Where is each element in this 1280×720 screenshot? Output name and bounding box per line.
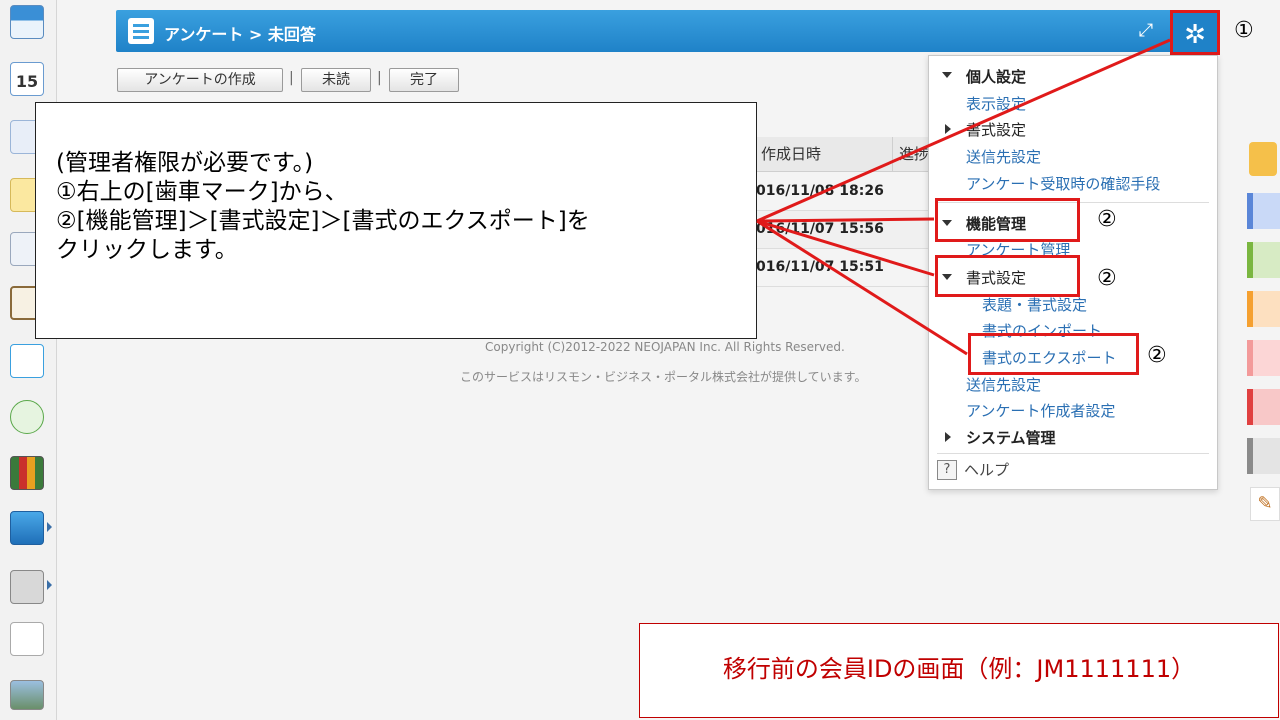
- settings-dropdown-menu: 個人設定 表示設定 書式設定 送信先設定 アンケート受取時の確認手段 機能管理 …: [928, 55, 1218, 490]
- collapse-icon: [942, 274, 952, 280]
- table-row[interactable]: 016/11/08 18:26: [756, 173, 936, 211]
- step-marker-2: ②: [1097, 207, 1117, 232]
- step-marker-1: ①: [1234, 18, 1254, 43]
- collapse-icon: [942, 72, 952, 78]
- tanomaru-logo[interactable]: [10, 622, 44, 656]
- menu-format-settings-group[interactable]: 書式設定: [966, 267, 1026, 288]
- menu-format-export[interactable]: 書式のエクスポート: [982, 347, 1117, 368]
- banner-icon[interactable]: [10, 680, 44, 710]
- done-button[interactable]: 完了: [389, 68, 459, 92]
- menu-title-format[interactable]: 表題・書式設定: [982, 294, 1087, 315]
- color-swatch[interactable]: [1247, 340, 1280, 376]
- create-survey-button[interactable]: アンケートの作成: [117, 68, 283, 92]
- instruction-line: ②[機能管理]＞[書式設定]＞[書式のエクスポート]を: [56, 208, 590, 234]
- menu-send-destination-admin[interactable]: 送信先設定: [966, 374, 1041, 395]
- page-title: アンケート > 未回答: [164, 25, 316, 44]
- toolbar-separator: |: [377, 70, 382, 86]
- table-row[interactable]: 016/11/07 15:51: [756, 249, 936, 287]
- expand-arrow-icon[interactable]: [47, 580, 52, 590]
- neo-chart-icon[interactable]: [10, 511, 44, 545]
- provider-text: このサービスはリスモン・ビジネス・ポータル株式会社が提供しています。: [460, 370, 867, 384]
- menu-survey-creator[interactable]: アンケート作成者設定: [966, 400, 1115, 421]
- copyright-text: Copyright (C)2012-2022 NEOJAPAN Inc. All…: [485, 340, 845, 354]
- menu-help[interactable]: ヘルプ: [964, 459, 1009, 480]
- caption-box: 移行前の会員IDの画面（例：JM1111111）: [639, 623, 1279, 718]
- color-swatch[interactable]: [1247, 242, 1280, 278]
- binder-icon[interactable]: [10, 456, 44, 490]
- folder-icon[interactable]: [10, 570, 44, 604]
- menu-system-management[interactable]: システム管理: [966, 427, 1056, 448]
- menu-function-management[interactable]: 機能管理: [966, 213, 1026, 234]
- table-row[interactable]: 016/11/07 15:56: [756, 211, 936, 249]
- color-swatch[interactable]: [1247, 291, 1280, 327]
- recycle-icon[interactable]: [10, 400, 44, 434]
- menu-personal-settings[interactable]: 個人設定: [966, 66, 1026, 87]
- menu-divider: [937, 453, 1209, 454]
- survey-icon[interactable]: [10, 344, 44, 378]
- portal-icon[interactable]: [10, 5, 44, 39]
- unread-button[interactable]: 未読: [301, 68, 371, 92]
- calendar-icon[interactable]: 15: [10, 62, 44, 96]
- app-title-bar: アンケート > 未回答: [116, 10, 1178, 52]
- step-marker-2: ②: [1097, 266, 1117, 291]
- menu-format-settings[interactable]: 書式設定: [966, 119, 1026, 140]
- expand-arrow-icon[interactable]: [47, 522, 52, 532]
- pencil-icon[interactable]: ✎: [1250, 487, 1280, 521]
- menu-receipt-confirmation[interactable]: アンケート受取時の確認手段: [966, 173, 1160, 194]
- menu-display-settings[interactable]: 表示設定: [966, 93, 1026, 114]
- expand-icon: [945, 432, 951, 442]
- expand-icon[interactable]: ⤢: [1135, 20, 1157, 42]
- instruction-callout: (管理者権限が必要です。) ①右上の[歯車マーク]から、 ②[機能管理]＞[書式…: [35, 102, 757, 339]
- survey-app-icon: [128, 18, 154, 44]
- column-header-created[interactable]: 作成日時: [756, 137, 896, 172]
- help-icon[interactable]: ?: [937, 460, 957, 480]
- step-marker-2: ②: [1147, 343, 1167, 368]
- expand-icon: [945, 124, 951, 134]
- instruction-line: クリックします。: [56, 237, 238, 263]
- collapse-icon: [942, 220, 952, 226]
- gear-icon[interactable]: ✲: [1170, 10, 1220, 55]
- color-swatch[interactable]: [1247, 389, 1280, 425]
- instruction-line: (管理者権限が必要です。): [56, 150, 314, 176]
- notification-icon[interactable]: [1249, 142, 1277, 176]
- color-swatch[interactable]: [1247, 193, 1280, 229]
- toolbar-separator: |: [289, 70, 294, 86]
- color-swatch[interactable]: [1247, 438, 1280, 474]
- instruction-line: ①右上の[歯車マーク]から、: [56, 179, 348, 205]
- menu-send-destination[interactable]: 送信先設定: [966, 146, 1041, 167]
